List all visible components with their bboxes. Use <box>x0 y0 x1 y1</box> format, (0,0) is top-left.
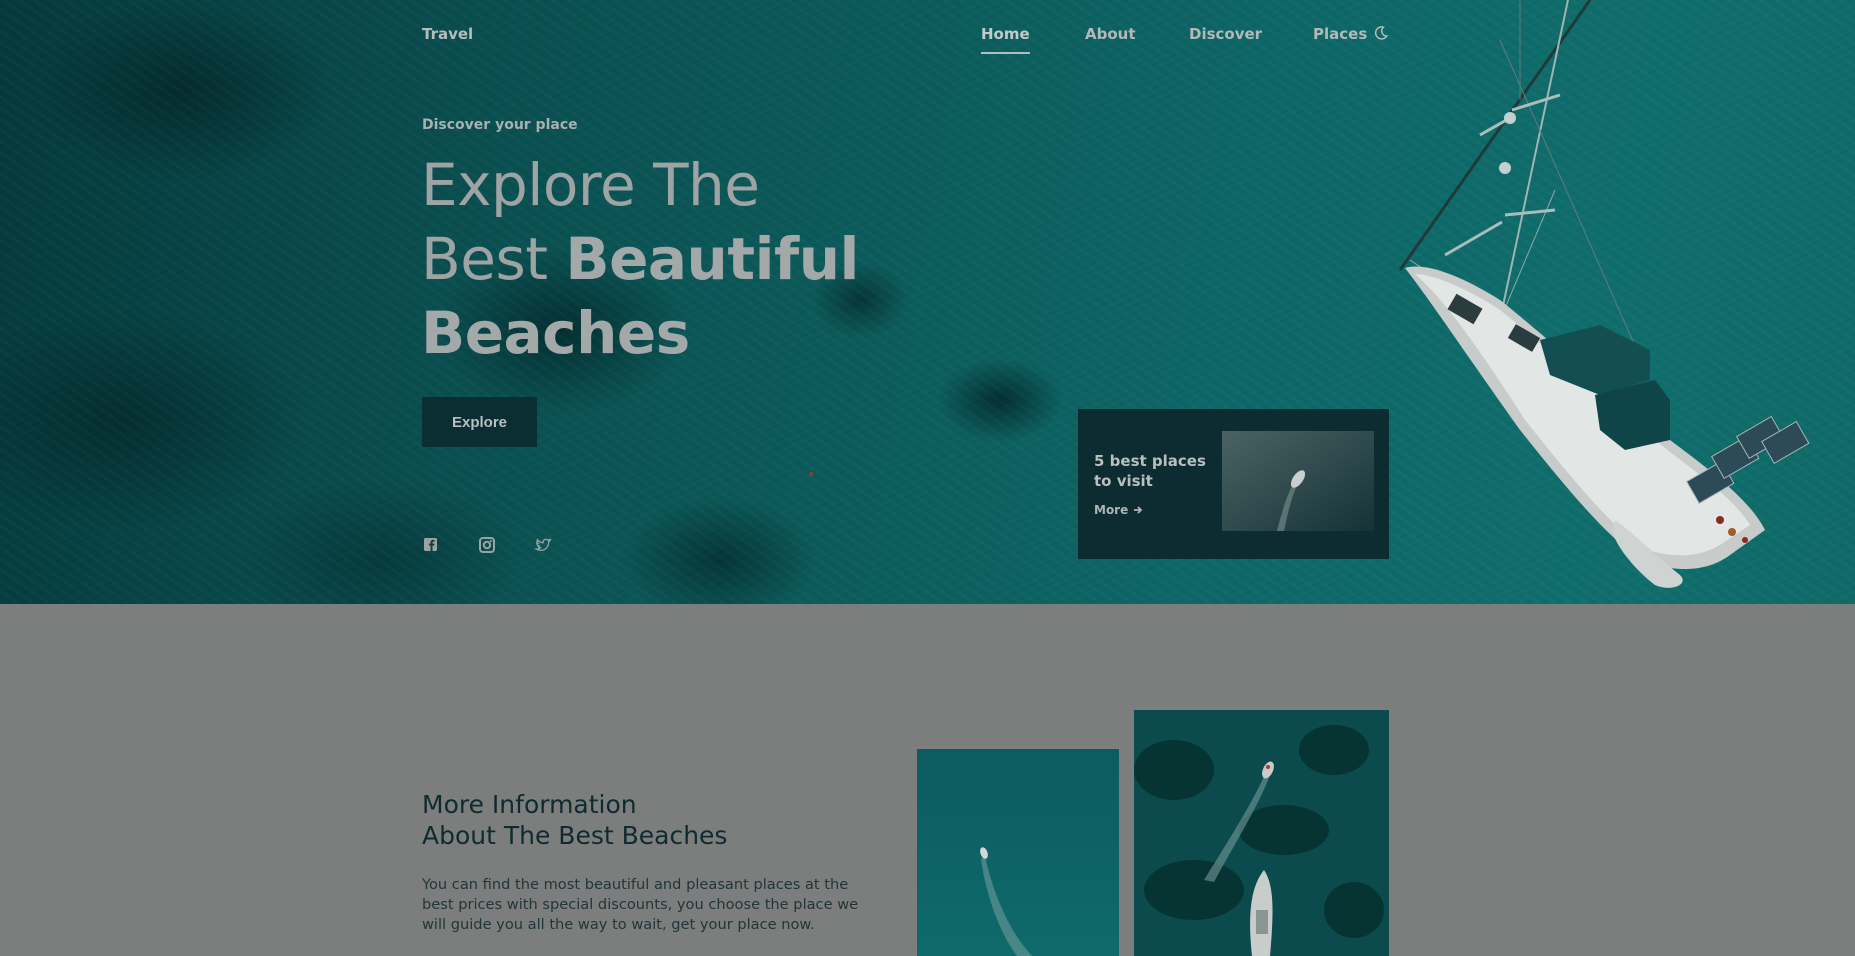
facebook-icon[interactable] <box>422 536 440 554</box>
yacht-photo <box>1134 710 1389 956</box>
info-title-line1: More Information <box>422 790 637 819</box>
decorative-dot <box>809 472 813 476</box>
more-label: More <box>1094 503 1129 517</box>
info-title-line2: About The Best Beaches <box>422 821 728 850</box>
more-link[interactable]: More <box>1094 503 1143 517</box>
nav-about[interactable]: About <box>1085 25 1136 43</box>
main-nav: Home About Discover Places <box>0 25 1855 65</box>
info-title: More Information About The Best Beaches <box>422 789 822 851</box>
places-card[interactable]: 5 best places to visit More <box>1078 409 1389 559</box>
info-text: You can find the most beautiful and plea… <box>422 876 859 933</box>
headline-line2-light: Best <box>421 225 566 293</box>
instagram-icon[interactable] <box>478 536 496 554</box>
hero-eyebrow: Discover your place <box>422 117 578 133</box>
hero-section: Travel Home About Discover Places Discov… <box>0 0 1855 604</box>
sailboat-image <box>1398 0 1810 588</box>
explore-button[interactable]: Explore <box>422 397 537 447</box>
hero-headline: Explore The Best Beautiful Beaches <box>421 148 941 370</box>
arrow-right-icon <box>1134 506 1143 514</box>
moon-icon[interactable] <box>1373 25 1389 41</box>
places-card-title: 5 best places to visit <box>1094 452 1206 490</box>
nav-discover[interactable]: Discover <box>1189 25 1262 43</box>
headline-line3-bold: Beaches <box>421 299 690 367</box>
twitter-icon[interactable] <box>534 536 552 554</box>
headline-line2-bold: Beautiful <box>565 225 859 293</box>
speedboat-photo <box>917 749 1119 956</box>
nav-places[interactable]: Places <box>1313 25 1367 43</box>
headline-line1: Explore The <box>421 151 760 219</box>
nav-home[interactable]: Home <box>981 25 1030 54</box>
boat-thumbnail <box>1222 431 1374 531</box>
